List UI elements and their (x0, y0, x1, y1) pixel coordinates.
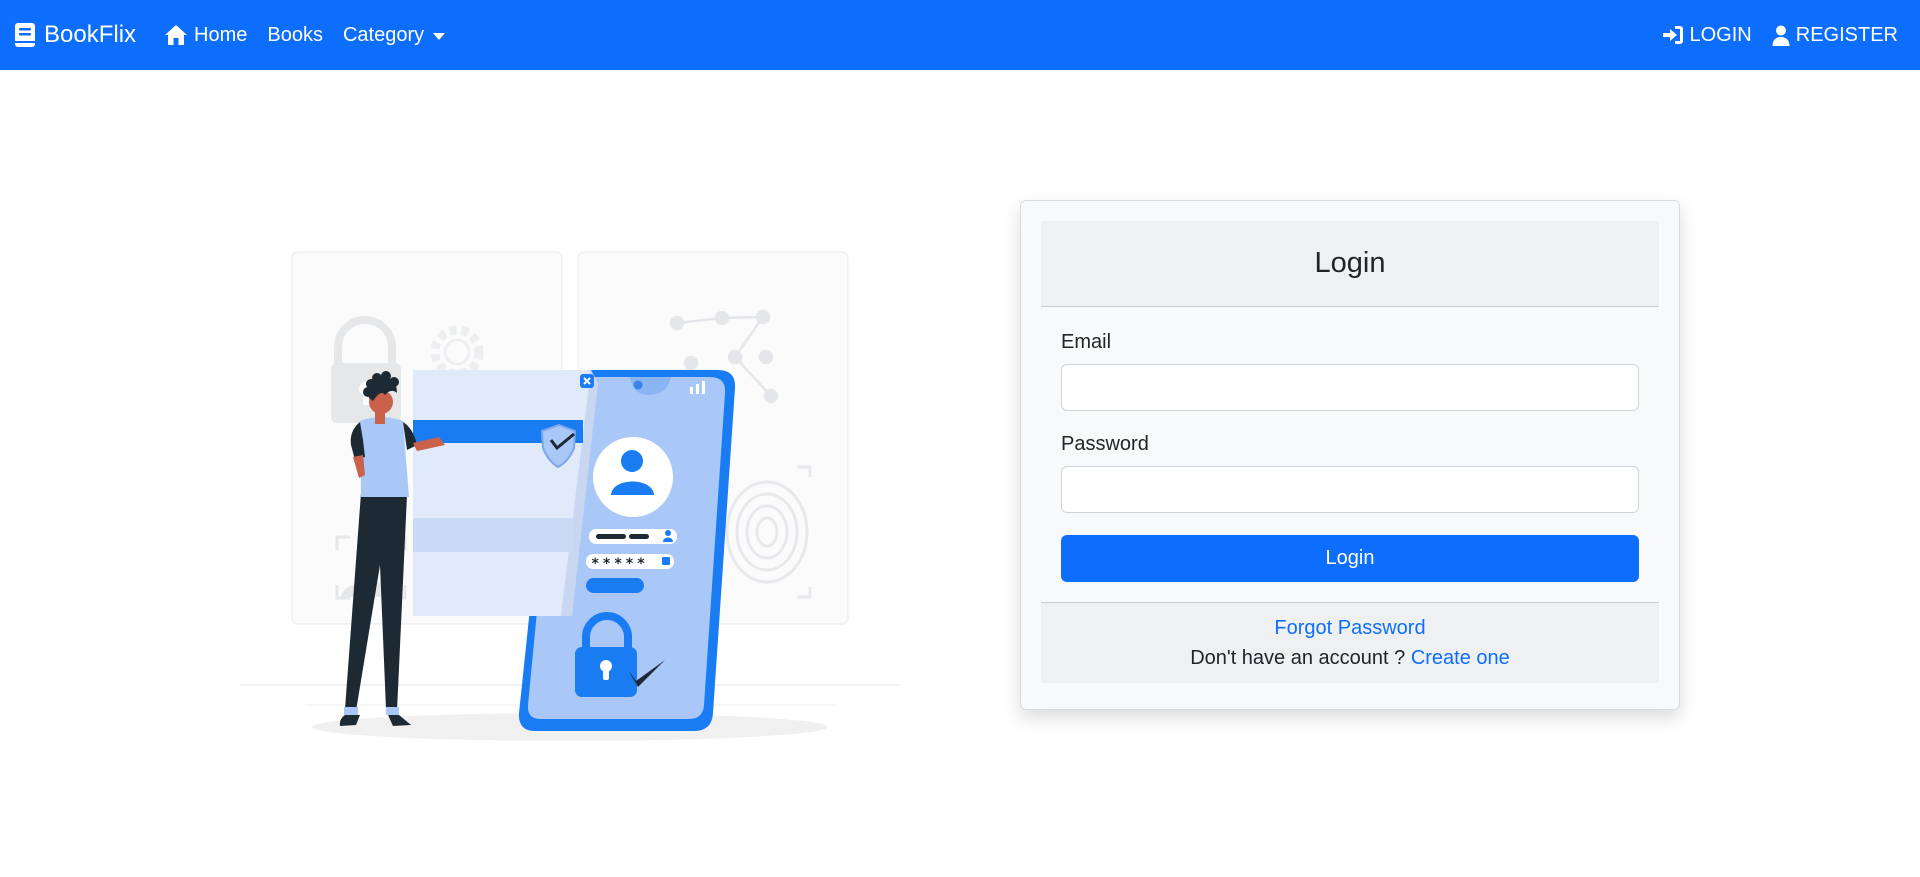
login-card-footer: Forgot Password Don't have an account ? … (1041, 602, 1659, 683)
brand-link[interactable]: BookFlix (14, 0, 136, 70)
sign-in-icon (1662, 26, 1683, 44)
nav-books-label: Books (267, 23, 323, 46)
nav-register[interactable]: REGISTER (1772, 24, 1898, 47)
nav-login-label: LOGIN (1689, 23, 1752, 46)
login-illustration: ***** (240, 251, 900, 741)
password-input[interactable] (1061, 466, 1639, 513)
book-icon (15, 23, 35, 47)
login-card: Login Email Password Login Forgot Passwo… (1020, 200, 1680, 710)
forgot-password-link[interactable]: Forgot Password (1274, 617, 1425, 639)
signup-prompt: Don't have an account ? Create one (1190, 643, 1510, 673)
email-label: Email (1061, 331, 1112, 353)
login-submit-button[interactable]: Login (1061, 535, 1639, 582)
no-account-text: Don't have an account ? (1190, 647, 1406, 669)
password-label: Password (1061, 433, 1149, 455)
login-form: Email Password Login (1041, 307, 1659, 602)
user-icon (1772, 25, 1790, 46)
main-nav: Home Books Category (164, 0, 465, 70)
login-title: Login (1314, 247, 1386, 279)
login-card-header: Login (1041, 221, 1659, 307)
password-mask-text: ***** (591, 556, 648, 572)
nav-books[interactable]: Books (267, 24, 323, 47)
chevron-down-icon (433, 32, 446, 40)
home-icon (165, 25, 187, 45)
nav-login[interactable]: LOGIN (1662, 24, 1752, 47)
email-input[interactable] (1061, 364, 1639, 411)
nav-home[interactable]: Home (164, 24, 247, 47)
create-account-link[interactable]: Create one (1411, 647, 1510, 669)
nav-category-label: Category (342, 23, 425, 46)
nav-home-label: Home (194, 23, 248, 46)
auth-nav: LOGIN REGISTER (1642, 0, 1898, 70)
navbar: BookFlix Home Books Category LOGIN REGIS… (0, 0, 1920, 70)
nav-register-label: REGISTER (1795, 23, 1898, 46)
nav-category-dropdown[interactable]: Category (342, 23, 446, 47)
floating-form-panel (413, 370, 598, 616)
brand-name: BookFlix (44, 21, 137, 48)
